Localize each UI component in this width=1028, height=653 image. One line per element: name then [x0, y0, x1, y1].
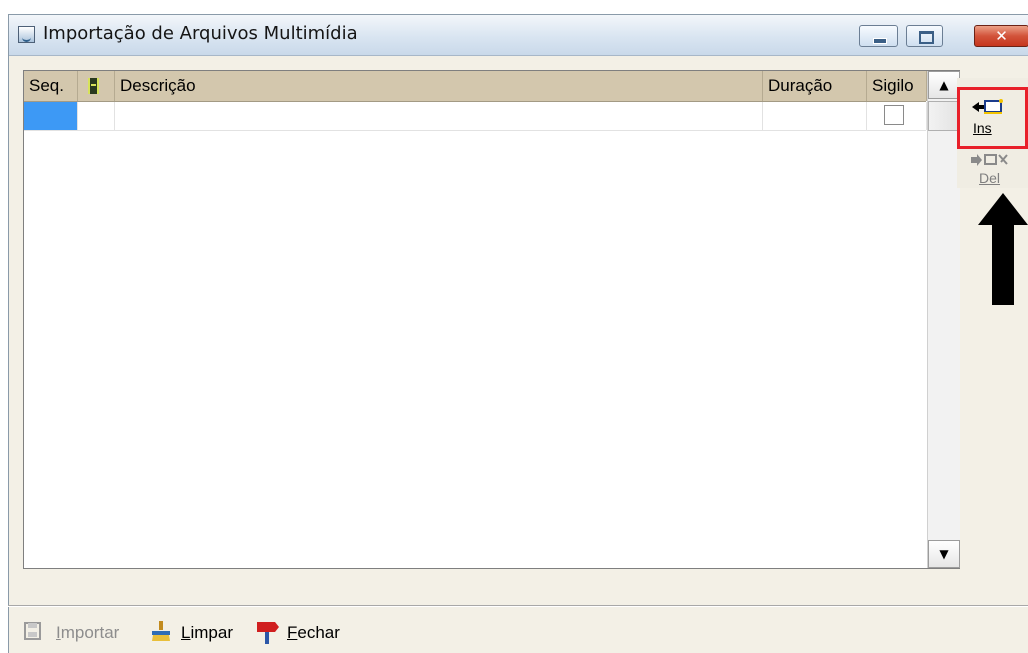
window-title: Importação de Arquivos Multimídia [43, 23, 358, 44]
import-icon [24, 622, 41, 640]
title-bar: Importação de Arquivos Multimídia ✕ [9, 15, 1028, 56]
broom-icon [152, 621, 170, 641]
window-icon [18, 26, 35, 43]
minimize-icon [873, 38, 887, 44]
scroll-down-button[interactable]: ▼ [928, 540, 960, 568]
bottom-divider [8, 605, 1028, 607]
annotation-arrow [978, 193, 1028, 305]
media-cell[interactable] [78, 102, 115, 130]
column-header-sigilo[interactable]: Sigilo [867, 71, 927, 101]
ins-label: Ins [973, 120, 992, 136]
ins-button[interactable]: Ins [957, 87, 1028, 149]
sign-icon [257, 622, 279, 644]
insert-row-icon [972, 99, 1003, 114]
fechar-label: Fechar [287, 623, 340, 642]
limpar-label: Limpar [181, 623, 233, 642]
table-row[interactable] [24, 102, 927, 131]
column-header-duracao[interactable]: Duração [763, 71, 867, 101]
importar-label: Importar [56, 623, 120, 642]
minimize-button[interactable] [859, 25, 898, 47]
vertical-scrollbar[interactable]: ▲ ▼ [927, 71, 960, 568]
sigilo-checkbox[interactable] [884, 105, 904, 125]
seq-cell[interactable] [24, 102, 78, 130]
close-icon: ✕ [995, 27, 1008, 45]
film-icon [88, 78, 99, 94]
delete-row-icon [971, 154, 1008, 166]
del-label: Del [979, 170, 1001, 186]
maximize-button[interactable] [906, 25, 943, 47]
descricao-cell[interactable] [115, 102, 763, 130]
multimedia-grid[interactable]: Seq. Descrição Duração Sigilo ▲ ▼ [23, 70, 960, 569]
maximize-icon [919, 31, 934, 44]
grid-header: Seq. Descrição Duração Sigilo [24, 71, 927, 102]
column-header-media[interactable] [78, 71, 115, 101]
column-header-seq[interactable]: Seq. [24, 71, 78, 101]
duracao-cell[interactable] [763, 102, 867, 130]
del-button[interactable]: Del [965, 150, 1028, 198]
scroll-thumb[interactable] [928, 101, 960, 131]
scroll-up-button[interactable]: ▲ [928, 71, 960, 99]
column-header-descricao[interactable]: Descrição [115, 71, 763, 101]
close-button[interactable]: ✕ [974, 25, 1028, 47]
